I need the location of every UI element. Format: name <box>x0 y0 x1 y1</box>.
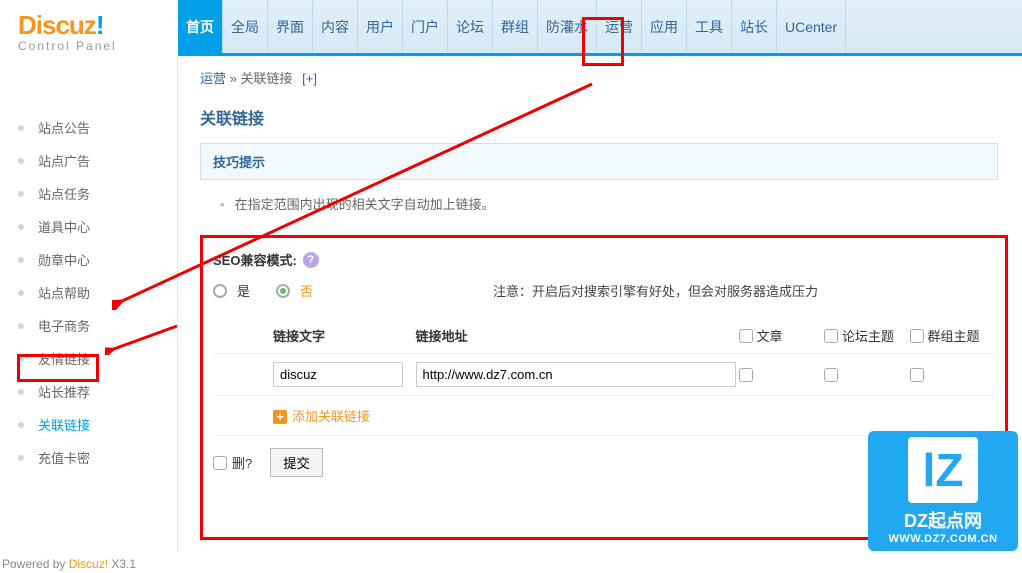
bullet-icon <box>18 224 24 230</box>
topnav-item-2[interactable]: 界面 <box>268 0 313 53</box>
bullet-icon <box>18 422 24 428</box>
seo-label: SEO兼容模式: <box>213 250 297 269</box>
topnav-item-8[interactable]: 防灌水 <box>538 0 597 53</box>
sidebar-item-2[interactable]: 站点任务 <box>0 177 177 210</box>
topnav-item-6[interactable]: 论坛 <box>448 0 493 53</box>
radio-no-label: 否 <box>300 281 313 300</box>
sidebar-item-10[interactable]: 充值卡密 <box>0 441 177 474</box>
tips-box: 技巧提示 <box>200 143 998 180</box>
sidebar-item-6[interactable]: 电子商务 <box>0 309 177 342</box>
topnav-item-1[interactable]: 全局 <box>223 0 268 53</box>
topnav-item-0[interactable]: 首页 <box>178 0 223 53</box>
sidebar-item-4[interactable]: 勋章中心 <box>0 243 177 276</box>
sidebar-item-3[interactable]: 道具中心 <box>0 210 177 243</box>
sidebar-item-5[interactable]: 站点帮助 <box>0 276 177 309</box>
bullet-icon <box>18 125 24 131</box>
chk-row-article[interactable] <box>739 368 753 382</box>
sidebar: 站点公告站点广告站点任务道具中心勋章中心站点帮助电子商务友情链接站长推荐关联链接… <box>0 56 178 553</box>
footer: Powered by Discuz! X3.1 <box>2 557 136 571</box>
chk-all-forum[interactable] <box>824 329 838 343</box>
radio-no[interactable] <box>276 284 290 298</box>
bullet-icon <box>18 257 24 263</box>
table-row <box>213 354 995 396</box>
bullet-icon <box>18 356 24 362</box>
sidebar-item-8[interactable]: 站长推荐 <box>0 375 177 408</box>
bullet-icon <box>18 389 24 395</box>
chk-all-group[interactable] <box>910 329 924 343</box>
page-title: 关联链接 <box>200 105 1022 129</box>
th-link-url: 链接地址 <box>416 326 739 345</box>
topnav-item-10[interactable]: 应用 <box>642 0 687 53</box>
top-nav: 首页全局界面内容用户门户论坛群组防灌水运营应用工具站长UCenter <box>178 0 1022 56</box>
bullet-icon <box>18 323 24 329</box>
chk-all-article[interactable] <box>739 329 753 343</box>
watermark: lZ DZ起点网 WWW.DZ7.COM.CN <box>868 431 1018 551</box>
delete-label: 删? <box>232 453 252 472</box>
sidebar-item-7[interactable]: 友情链接 <box>0 342 177 375</box>
seo-note: 注意：开启后对搜索引擎有好处，但会对服务器造成压力 <box>493 281 818 300</box>
topnav-item-11[interactable]: 工具 <box>687 0 732 53</box>
bullet-icon <box>18 455 24 461</box>
help-icon[interactable]: ? <box>303 252 319 268</box>
add-link-button[interactable]: 添加关联链接 <box>292 409 370 424</box>
breadcrumb-expand[interactable]: [+] <box>302 71 317 86</box>
topnav-item-12[interactable]: 站长 <box>732 0 777 53</box>
radio-yes-label: 是 <box>237 281 250 300</box>
chk-delete[interactable] <box>213 456 227 470</box>
th-link-text: 链接文字 <box>273 326 416 345</box>
bullet-icon <box>18 191 24 197</box>
sidebar-item-9[interactable]: 关联链接 <box>0 408 177 441</box>
chk-row-forum[interactable] <box>824 368 838 382</box>
tips-desc: 在指定范围内出现的相关文字自动加上链接。 <box>200 194 1022 213</box>
sidebar-item-0[interactable]: 站点公告 <box>0 111 177 144</box>
breadcrumb-root[interactable]: 运营 <box>200 71 226 86</box>
sidebar-item-1[interactable]: 站点广告 <box>0 144 177 177</box>
input-link-url[interactable] <box>416 362 736 387</box>
input-link-text[interactable] <box>273 362 403 387</box>
plus-icon: + <box>273 410 287 424</box>
topnav-item-9[interactable]: 运营 <box>597 0 642 53</box>
topnav-item-13[interactable]: UCenter <box>777 0 846 53</box>
topnav-item-4[interactable]: 用户 <box>358 0 403 53</box>
breadcrumb: 运营 » 关联链接 [+] <box>200 68 1022 87</box>
topnav-item-3[interactable]: 内容 <box>313 0 358 53</box>
topnav-item-5[interactable]: 门户 <box>403 0 448 53</box>
radio-yes[interactable] <box>213 284 227 298</box>
bullet-icon <box>18 158 24 164</box>
submit-button[interactable]: 提交 <box>270 448 323 477</box>
logo: Discuz! Control Panel <box>0 0 178 56</box>
chk-row-group[interactable] <box>910 368 924 382</box>
bullet-icon <box>18 290 24 296</box>
topnav-item-7[interactable]: 群组 <box>493 0 538 53</box>
